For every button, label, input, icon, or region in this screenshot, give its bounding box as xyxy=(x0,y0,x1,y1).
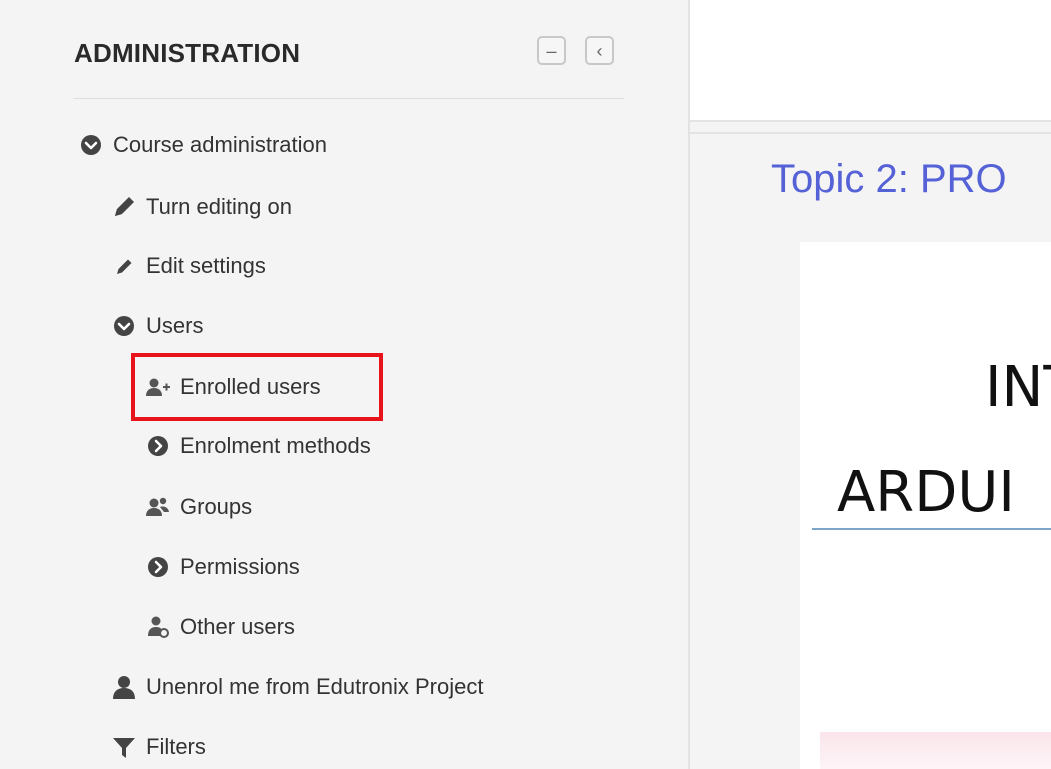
collapse-block-button[interactable]: – xyxy=(537,36,566,65)
nav-label: Filters xyxy=(146,734,206,759)
nav-course-administration[interactable]: Course administration xyxy=(77,129,327,161)
nav-groups[interactable]: Groups xyxy=(144,491,252,523)
block-title: ADMINISTRATION xyxy=(74,38,301,68)
nav-label: Other users xyxy=(180,614,295,639)
minus-icon: – xyxy=(546,40,557,61)
user-gear-icon xyxy=(144,613,172,641)
nav-unenrol[interactable]: Unenrol me from Edutronix Project xyxy=(110,671,483,703)
filter-icon xyxy=(110,733,138,761)
block-divider xyxy=(73,98,624,99)
nav-edit-settings[interactable]: Edit settings xyxy=(110,250,266,282)
highlight-annotation xyxy=(131,353,383,421)
page: ADMINISTRATION – ‹ Course administration xyxy=(0,0,1051,769)
nav-label: Unenrol me from Edutronix Project xyxy=(146,674,484,699)
users-group-icon xyxy=(144,493,172,521)
nav-label: Enrolment methods xyxy=(180,433,371,458)
dock-block-button[interactable]: ‹ xyxy=(585,36,614,65)
chevron-left-icon: ‹ xyxy=(596,40,603,61)
nav-users[interactable]: Users xyxy=(110,310,203,342)
nav-enrolment-methods[interactable]: Enrolment methods xyxy=(144,430,371,462)
chevron-down-circle-icon xyxy=(77,131,105,159)
nav-turn-editing-on[interactable]: Turn editing on xyxy=(110,191,292,223)
pencil-icon xyxy=(110,193,138,221)
slide-rule xyxy=(812,528,1051,530)
topic-title-link[interactable]: Topic 2: PRO xyxy=(771,157,1007,202)
nav-filters[interactable]: Filters xyxy=(110,731,206,763)
nav-other-users[interactable]: Other users xyxy=(144,611,295,643)
slide-heading-line2: ARDUI xyxy=(837,460,1015,525)
nav-label: Edit settings xyxy=(146,253,266,278)
nav-label: Groups xyxy=(180,494,253,519)
nav-label: Course administration xyxy=(113,132,327,157)
pencil-small-icon xyxy=(110,252,138,280)
user-icon xyxy=(110,673,138,701)
slide-preview: INT ARDUI xyxy=(800,242,1051,769)
chevron-down-circle-icon xyxy=(110,312,138,340)
nav-permissions[interactable]: Permissions xyxy=(144,551,300,583)
top-panel xyxy=(690,0,1051,122)
nav-label: Permissions xyxy=(180,554,300,579)
chevron-right-circle-icon xyxy=(144,432,172,460)
slide-heading-line1: INT xyxy=(985,355,1051,420)
administration-block: ADMINISTRATION – ‹ Course administration xyxy=(0,0,660,769)
chevron-right-circle-icon xyxy=(144,553,172,581)
nav-label: Users xyxy=(146,313,204,338)
nav-label: Turn editing on xyxy=(146,194,292,219)
slide-logo-fragment xyxy=(820,732,1051,769)
